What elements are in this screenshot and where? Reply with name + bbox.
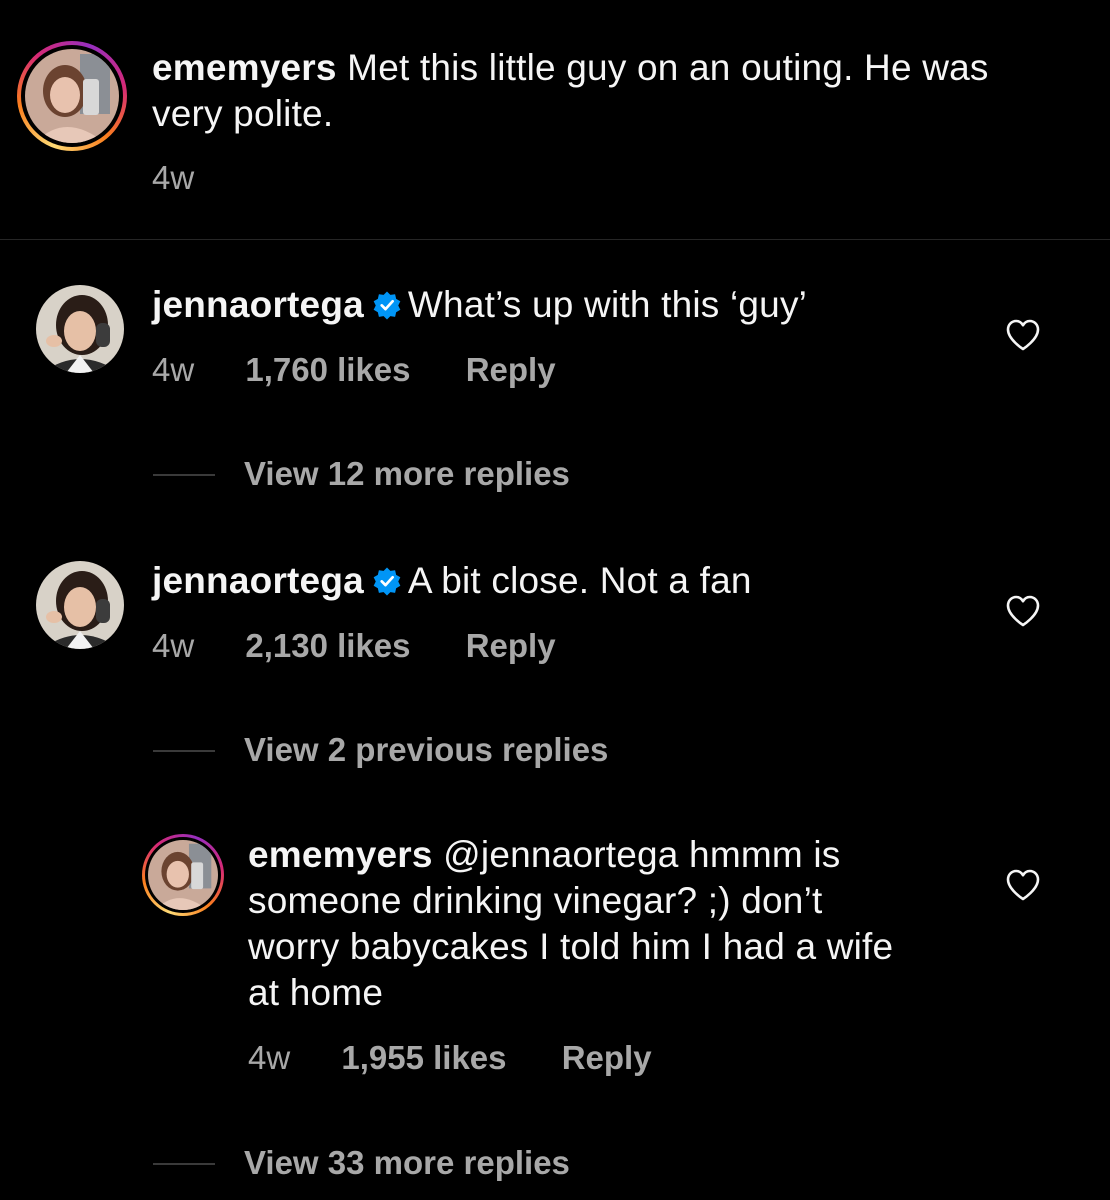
avatar [148,840,218,910]
comment-item: jennaortega A bit close. Not a fan 4w 2,1… [0,546,1110,776]
reply-timestamp: 4w [248,1039,291,1076]
avatar[interactable] [36,285,124,373]
verified-badge-icon [373,291,401,320]
comment-meta: 4w 1,760 likes Reply [152,350,556,390]
reply-button[interactable]: Reply [466,351,556,388]
comment-username[interactable]: jennaortega [152,284,364,325]
reply-avatar-story-ring[interactable] [142,834,224,916]
comment-username[interactable]: jennaortega [152,560,364,601]
view-replies-link[interactable]: View 2 previous replies [244,730,608,770]
caption-timestamp: 4w [152,159,195,196]
reply-button[interactable]: Reply [466,627,556,664]
comment-body: A bit close. Not a fan [407,560,752,601]
heart-outline-icon[interactable] [1005,594,1041,628]
comment-text: jennaortega A bit close. Not a fan [152,558,972,604]
view-replies-line [153,750,215,752]
reply-username[interactable]: ememyers [248,834,433,875]
comment-meta: 4w 2,130 likes Reply [152,626,556,666]
comment-timestamp: 4w [152,627,195,664]
reply-meta: 4w 1,955 likes Reply [248,1038,652,1078]
view-replies-link[interactable]: View 33 more replies [244,1143,570,1183]
likes-count[interactable]: 1,955 likes [341,1039,506,1076]
likes-count[interactable]: 1,760 likes [245,351,410,388]
view-replies-line [153,474,215,476]
caption-avatar-story-ring[interactable] [17,41,127,151]
caption-text: ememyers Met this little guy on an outin… [152,45,1032,137]
reply-text: ememyers @jennaortega hmmm is someone dr… [248,832,908,1016]
reply-button[interactable]: Reply [562,1039,652,1076]
avatar[interactable] [36,561,124,649]
verified-badge-icon [373,567,401,596]
view-replies-link[interactable]: View 12 more replies [244,454,570,494]
comment-text: jennaortega What’s up with this ‘guy’ [152,282,972,328]
divider [0,239,1110,240]
avatar [25,49,119,143]
comment-timestamp: 4w [152,351,195,388]
view-replies-line [153,1163,215,1165]
comment-item: jennaortega What’s up with this ‘guy’ 4w … [0,270,1110,500]
comment-body: What’s up with this ‘guy’ [407,284,808,325]
caption-username[interactable]: ememyers [152,47,337,88]
heart-outline-icon[interactable] [1005,868,1041,902]
likes-count[interactable]: 2,130 likes [245,627,410,664]
heart-outline-icon[interactable] [1005,318,1041,352]
post-caption: ememyers Met this little guy on an outin… [0,0,1110,240]
reply-item: ememyers @jennaortega hmmm is someone dr… [0,820,1110,1200]
